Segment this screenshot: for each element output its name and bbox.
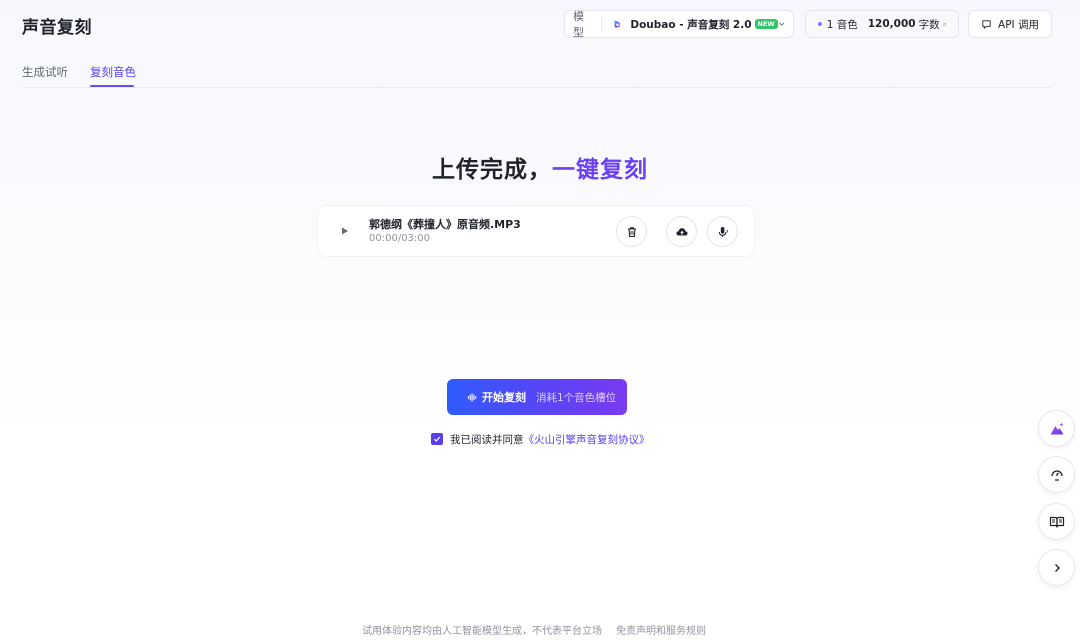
side-support-button[interactable] (1038, 456, 1075, 493)
side-docs-button[interactable] (1038, 503, 1075, 540)
char-unit: 字数 (918, 18, 940, 31)
agreement-checkbox[interactable] (431, 433, 443, 445)
ai-mountain-icon (1050, 422, 1064, 434)
model-selector[interactable]: 模型 Doubao - 声音复刻 2.0 NEW (564, 10, 794, 39)
file-name: 郭德纲《葬撞人》原音频.MP3 (369, 218, 521, 231)
agreement-row: 我已阅读并同意 《火山引擎声音复刻协议》 (431, 432, 650, 446)
chevron-down-icon (778, 22, 784, 26)
help-circle-icon[interactable] (942, 19, 946, 30)
side-ai-button[interactable] (1038, 410, 1075, 447)
support-icon (1050, 469, 1063, 481)
start-clone-label: 开始复刻 (482, 391, 526, 404)
active-tab-indicator (90, 85, 134, 87)
cloud-upload-icon (676, 227, 687, 235)
header: 声音复刻 模型 Doubao - 声音复刻 2.0 NEW 1 音色 120,0… (0, 0, 1080, 56)
side-expand-button[interactable] (1038, 549, 1075, 586)
agreement-text: 我已阅读并同意 (450, 433, 524, 446)
chevron-right-icon (1054, 563, 1060, 572)
char-count: 120,000 (867, 18, 916, 30)
delete-button[interactable] (616, 216, 647, 247)
headline: 上传完成，一键复刻 (0, 150, 1080, 184)
start-clone-button[interactable]: 开始复刻 消耗1个音色槽位 (447, 379, 627, 415)
voice-count: 1 音色 (826, 18, 858, 31)
slot-cost-text: 消耗1个音色槽位 (536, 391, 617, 404)
api-button[interactable]: API 调用 (968, 10, 1052, 38)
microphone-icon (718, 226, 728, 237)
voice-dot-icon (818, 22, 822, 26)
headline-highlight: 一键复刻 (552, 157, 648, 183)
tab-preview[interactable]: 生成试听 (22, 64, 68, 80)
play-icon[interactable] (340, 225, 350, 237)
tab-clone[interactable]: 复刻音色 (90, 64, 136, 80)
chat-bubble-icon (982, 19, 991, 29)
agreement-link[interactable]: 《火山引擎声音复刻协议》 (524, 432, 650, 447)
book-icon (1049, 516, 1064, 528)
api-label: API 调用 (998, 18, 1039, 31)
tab-bar: 生成试听 复刻音色 (22, 56, 1052, 88)
model-label: 模型 (573, 10, 584, 39)
divider (601, 17, 603, 31)
trash-icon (627, 226, 636, 237)
record-button[interactable] (707, 216, 738, 247)
footer-terms-link[interactable]: 免责声明和服务规则 (616, 626, 706, 637)
playback-time: 00:00/03:00 (369, 233, 431, 244)
sound-wave-icon (467, 392, 477, 402)
quota-panel: 1 音色 120,000 字数 (805, 10, 959, 38)
upload-button[interactable] (666, 216, 697, 247)
audio-file-card: 郭德纲《葬撞人》原音频.MP3 00:00/03:00 (318, 206, 754, 256)
new-badge: NEW (754, 19, 778, 29)
footer-disclaimer: 试用体验内容均由人工智能模型生成，不代表平台立场 (362, 626, 602, 637)
page-title: 声音复刻 (22, 18, 92, 38)
doubao-logo-icon (614, 20, 620, 28)
headline-text: 上传完成， (432, 157, 552, 183)
check-icon (433, 436, 441, 442)
model-name: Doubao - 声音复刻 2.0 (630, 18, 752, 31)
footer: 试用体验内容均由人工智能模型生成，不代表平台立场 免责声明和服务规则 (362, 622, 706, 637)
